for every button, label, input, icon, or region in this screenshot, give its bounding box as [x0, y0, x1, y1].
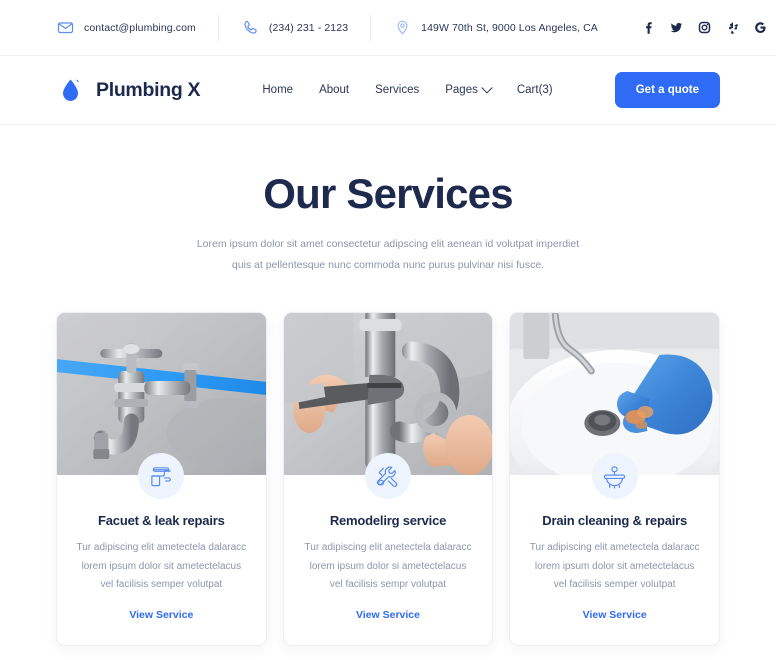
service-card-body: Facuet & leak repairs Tur adipiscing eli… [57, 475, 266, 645]
google-icon[interactable] [754, 21, 768, 35]
site-header: Plumbing X Home About Services Pages Car… [0, 56, 776, 125]
instagram-icon[interactable] [698, 21, 712, 35]
main-navigation: Home About Services Pages Cart(3) [200, 82, 614, 96]
service-card-body: Remodelirg service Tur adipiscing elit a… [284, 475, 493, 645]
service-card-description: Tur adipiscing elit anetectela dalaracc … [304, 542, 472, 591]
wrench-on-pipe-photo [283, 313, 493, 476]
tools-icon [364, 453, 411, 500]
nav-item-services[interactable]: Services [375, 84, 419, 96]
service-card[interactable]: Remodelirg service Tur adipiscing elit a… [282, 312, 494, 646]
nav-item-services-label: Services [375, 84, 420, 96]
page-title: Our Services [263, 170, 513, 217]
facebook-icon[interactable] [642, 21, 656, 35]
view-service-link[interactable]: View Service [583, 609, 647, 621]
contact-email-text: contact@plumbing.com [84, 21, 196, 34]
brand-name: Plumbing X [96, 78, 201, 101]
location-pin-icon [393, 18, 412, 37]
nav-item-pages[interactable]: Pages [445, 82, 493, 96]
service-card[interactable]: Drain cleaning & repairs Tur adipiscing … [509, 312, 720, 646]
contact-phone-text: (234) 231 - 2123 [268, 21, 349, 34]
brand-logo[interactable]: Plumbing X [56, 75, 201, 106]
view-service-link[interactable]: View Service [356, 609, 420, 621]
water-drop-icon [56, 75, 87, 106]
service-card-description: Tur adipiscing elit ametectela dalaracc … [529, 542, 700, 591]
social-links [642, 21, 768, 35]
services-grid: Facuet & leak repairs Tur adipiscing eli… [0, 312, 776, 660]
chevron-down-icon [481, 82, 493, 94]
nav-item-home-label: Home [262, 84, 294, 96]
nav-item-pages-label: Pages [445, 84, 478, 96]
sink-icon [591, 453, 638, 500]
contact-item-address[interactable]: 149W 70th St, 9000 Los Angeles, CA [393, 15, 620, 41]
top-utility-bar: contact@plumbing.com (234) 231 - 2123 14… [0, 0, 776, 56]
service-card-description: Tur adipiscing elit ametectela dalaracc … [76, 542, 247, 591]
service-card-title: Drain cleaning & repairs [542, 513, 688, 529]
get-a-quote-button[interactable]: Get a quote [614, 72, 720, 108]
nav-item-home[interactable]: Home [262, 84, 293, 96]
phone-icon [241, 18, 260, 37]
nav-item-about[interactable]: About [319, 84, 349, 96]
contact-address-text: 149W 70th St, 9000 Los Angeles, CA [421, 21, 598, 34]
contact-item-phone[interactable]: (234) 231 - 2123 [241, 14, 372, 41]
view-service-link[interactable]: View Service [129, 609, 193, 621]
service-card-title: Remodelirg service [329, 513, 447, 529]
contact-item-email[interactable]: contact@plumbing.com [56, 14, 219, 41]
service-card-body: Drain cleaning & repairs Tur adipiscing … [510, 475, 719, 645]
service-card-title: Facuet & leak repairs [98, 513, 225, 529]
faucet-icon [138, 453, 185, 500]
gloved-hand-sink-photo [510, 313, 719, 476]
page-heading-section: Our Services Lorem ipsum dolor sit amet … [0, 125, 776, 275]
twitter-icon[interactable] [670, 21, 684, 35]
nav-item-about-label: About [319, 84, 350, 96]
service-card[interactable]: Facuet & leak repairs Tur adipiscing eli… [56, 312, 267, 646]
faucet-blue-pipe-photo [57, 313, 266, 476]
page-subtitle: Lorem ipsum dolor sit amet consectetur a… [196, 238, 580, 271]
nav-item-cart-label: Cart(3) [516, 84, 553, 96]
nav-item-cart[interactable]: Cart(3) [517, 84, 553, 96]
envelope-icon [56, 18, 75, 37]
contact-list: contact@plumbing.com (234) 231 - 2123 14… [56, 14, 642, 41]
yelp-icon[interactable] [726, 21, 740, 35]
